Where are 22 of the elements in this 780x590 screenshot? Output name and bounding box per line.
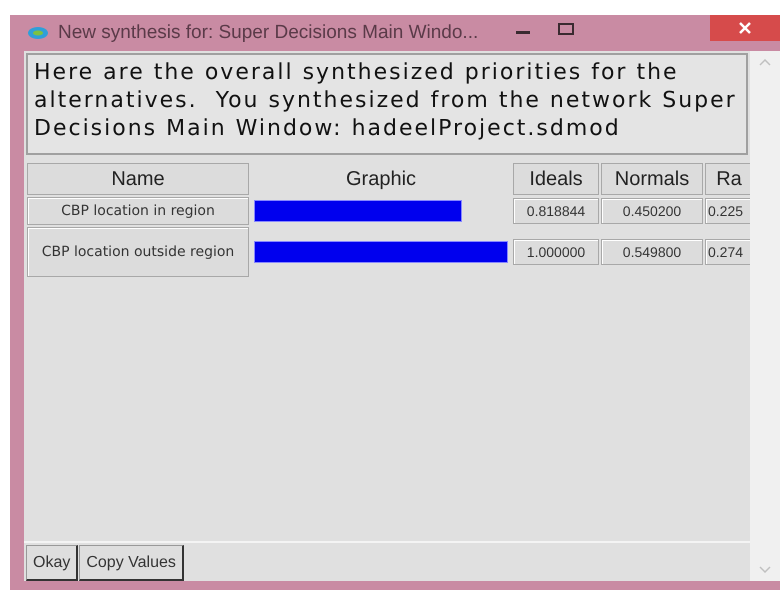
minimize-icon[interactable] — [516, 31, 530, 35]
table-cell: 0.450200 — [601, 198, 703, 224]
synthesis-message: Here are the overall synthesized priorities for the alternatives. You synthesized from the network Super Decisions Main Window: hadeelProject.sdmod — [34, 59, 738, 143]
table-cell: 0.274 — [705, 239, 753, 265]
table-cell: CBP location outside region — [27, 227, 249, 277]
table-cell: 0.549800 — [601, 239, 703, 265]
column-header: Normals — [601, 163, 703, 195]
app-logo-icon — [27, 26, 49, 40]
close-icon — [739, 22, 751, 34]
dialog-button[interactable]: Okay — [26, 545, 78, 581]
window-title: New synthesis for: Super Decisions Main Windo... — [58, 20, 478, 45]
table-cell: CBP location in region — [27, 197, 249, 225]
column-header: Ra — [705, 163, 753, 195]
table-cell: 0.818844 — [513, 198, 599, 224]
table-cell: 1.000000 — [513, 239, 599, 265]
close-button[interactable] — [710, 15, 780, 41]
column-header: Name — [27, 163, 249, 195]
maximize-icon[interactable] — [558, 23, 574, 35]
dialog-button[interactable]: Copy Values — [79, 545, 184, 581]
column-header: Ideals — [513, 163, 599, 195]
table-cell: 0.225 — [705, 198, 753, 224]
column-header: Graphic — [344, 167, 418, 192]
